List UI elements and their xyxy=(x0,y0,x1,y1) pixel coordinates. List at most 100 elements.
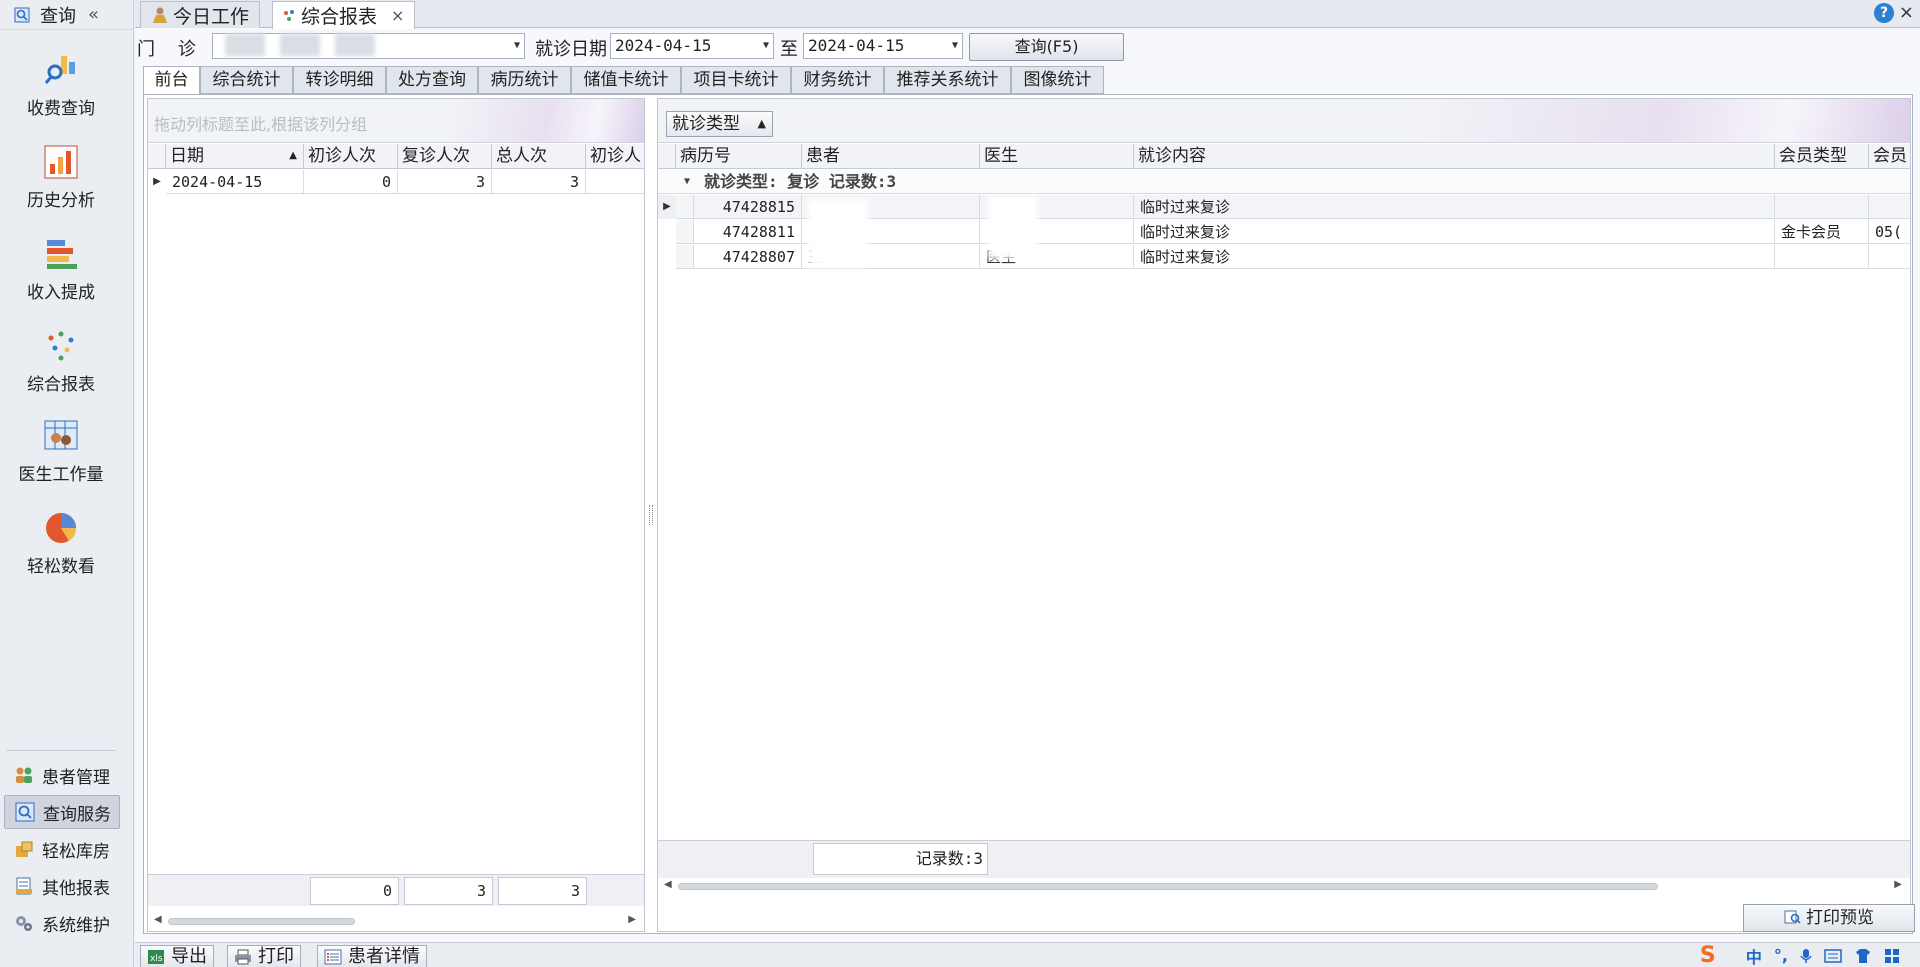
column-header-first-visits[interactable]: 初诊人次 xyxy=(304,144,398,169)
tab-image-stats[interactable]: 图像统计 xyxy=(1011,66,1104,94)
table-cell[interactable]: 47428811 xyxy=(694,220,802,244)
sidebar-item-history-analysis[interactable]: 历史分析 xyxy=(0,144,122,211)
close-tab-icon[interactable]: × xyxy=(391,6,404,25)
horizontal-scrollbar[interactable]: ◀ ▶ xyxy=(148,914,644,928)
tab-referral-relation-stats[interactable]: 推荐关系统计 xyxy=(884,66,1011,94)
tab-comprehensive-report[interactable]: 综合报表 × xyxy=(272,1,416,29)
sidebar-item-fee-query[interactable]: 收费查询 xyxy=(0,52,122,119)
tab-finance-stats[interactable]: 财务统计 xyxy=(791,66,884,94)
tab-medical-record-stats[interactable]: 病历统计 xyxy=(478,66,571,94)
group-by-hint: 拖动列标题至此,根据该列分组 xyxy=(154,115,368,134)
table-cell[interactable]: 金卡会员 xyxy=(1775,220,1869,244)
sort-ascending-icon: ▲ xyxy=(289,150,297,161)
keyboard-icon[interactable] xyxy=(1824,948,1842,963)
query-button[interactable]: 查询(F5) xyxy=(969,33,1124,61)
microphone-icon[interactable] xyxy=(1800,948,1812,964)
column-header-member-type[interactable]: 会员类型 xyxy=(1775,144,1869,169)
print-preview-button[interactable]: 打印预览 xyxy=(1743,904,1915,932)
table-cell[interactable]: 临时过来复诊 xyxy=(1134,220,1775,244)
sogou-logo-icon[interactable]: S xyxy=(1700,943,1734,967)
table-cell[interactable]: 05( xyxy=(1869,220,1910,244)
table-cell[interactable] xyxy=(1775,245,1869,269)
patient-detail-button[interactable]: 患者详情 xyxy=(317,945,427,967)
sidebar-item-patient-management[interactable]: 患者管理 xyxy=(4,758,120,792)
group-by-panel[interactable]: 就诊类型 ▲ xyxy=(658,99,1910,143)
table-cell[interactable]: 临时过来复诊 xyxy=(1134,195,1775,219)
chevron-down-icon: ▼ xyxy=(762,40,769,51)
ime-punctuation-toggle[interactable]: °, xyxy=(1774,946,1788,965)
visit-date-label: 就诊日期 xyxy=(535,39,607,60)
sidebar-item-label: 综合报表 xyxy=(27,375,95,395)
ime-language-toggle[interactable]: 中 xyxy=(1746,944,1762,967)
date-from-value: 2024-04-15 xyxy=(615,36,712,55)
sidebar-item-system-maintenance[interactable]: 系统维护 xyxy=(4,906,120,940)
row-indicator-header xyxy=(148,144,166,169)
tab-project-card-stats[interactable]: 项目卡统计 xyxy=(681,66,791,94)
column-header-patient[interactable]: 患者 xyxy=(802,144,980,169)
table-cell[interactable]: 47428807 xyxy=(694,245,802,269)
sidebar-item-query-service[interactable]: 查询服务 xyxy=(4,795,120,829)
sidebar-item-other-reports[interactable]: 其他报表 xyxy=(4,869,120,903)
sidebar: 查询 « 收费查询 历史分析 收入提成 综合报表 医生工作量 轻松数看 患者管理… xyxy=(0,0,134,967)
detail-grid: 就诊类型 ▲ 病历号 患者 医生 就诊内容 会员类型 会员 ▼ 就诊类型: 复诊… xyxy=(657,98,1911,932)
table-cell[interactable]: 3 xyxy=(492,170,586,194)
sidebar-item-income-commission[interactable]: 收入提成 xyxy=(0,236,122,303)
tab-prescription-query[interactable]: 处方查询 xyxy=(386,66,478,94)
doctor-table-icon xyxy=(44,420,78,450)
group-row[interactable]: ▼ 就诊类型: 复诊 记录数:3 xyxy=(658,170,1910,194)
collapse-group-icon[interactable]: ▼ xyxy=(684,170,690,194)
table-cell[interactable]: 3 xyxy=(398,170,492,194)
skin-shirt-icon[interactable] xyxy=(1854,948,1872,964)
horizontal-scrollbar[interactable]: ◀ ▶ xyxy=(658,879,1910,893)
help-icon[interactable]: ? xyxy=(1874,3,1894,23)
print-button[interactable]: 打印 xyxy=(227,945,301,967)
sidebar-item-comprehensive-report[interactable]: 综合报表 xyxy=(0,328,122,395)
column-header-visit-content[interactable]: 就诊内容 xyxy=(1134,144,1775,169)
group-by-panel[interactable]: 拖动列标题至此,根据该列分组 xyxy=(148,99,644,143)
excel-export-icon: xls xyxy=(148,950,164,964)
sidebar-item-label: 收费查询 xyxy=(27,99,95,119)
table-cell[interactable]: 临时过来复诊 xyxy=(1134,245,1775,269)
column-header-doctor[interactable]: 医生 xyxy=(980,144,1134,169)
scroll-left-icon[interactable]: ◀ xyxy=(664,879,672,890)
collapse-sidebar-button[interactable]: « xyxy=(88,4,99,25)
column-header-member[interactable]: 会员 xyxy=(1869,144,1910,169)
tab-comprehensive-stats[interactable]: 综合统计 xyxy=(200,66,293,94)
scroll-right-icon[interactable]: ▶ xyxy=(628,914,636,925)
tab-stored-value-card-stats[interactable]: 储值卡统计 xyxy=(571,66,681,94)
table-cell[interactable] xyxy=(1775,195,1869,219)
scrollbar-thumb[interactable] xyxy=(678,883,1658,890)
column-header-record-no[interactable]: 病历号 xyxy=(676,144,802,169)
column-header-date[interactable]: 日期 ▲ xyxy=(166,144,304,169)
date-to-field[interactable]: 2024-04-15 ▼ xyxy=(803,33,963,59)
scrollbar-thumb[interactable] xyxy=(168,918,355,925)
close-window-icon[interactable]: × xyxy=(1899,2,1914,23)
table-cell[interactable] xyxy=(586,170,644,194)
toolbox-grid-icon[interactable] xyxy=(1884,948,1900,964)
scroll-left-icon[interactable]: ◀ xyxy=(154,914,162,925)
table-cell[interactable] xyxy=(1869,195,1910,219)
sidebar-item-easy-warehouse[interactable]: 轻松库房 xyxy=(4,832,120,866)
sidebar-item-doctor-workload[interactable]: 医生工作量 xyxy=(0,418,122,485)
scroll-right-icon[interactable]: ▶ xyxy=(1894,879,1902,890)
column-header-total-visits[interactable]: 总人次 xyxy=(492,144,586,169)
table-cell[interactable]: 0 xyxy=(304,170,398,194)
footer-return-visits-total: 3 xyxy=(404,877,493,905)
table-cell[interactable] xyxy=(1869,245,1910,269)
patient-list-icon xyxy=(324,949,342,965)
clinic-label: 门 诊 xyxy=(137,39,196,60)
sidebar-item-easy-view[interactable]: 轻松数看 xyxy=(0,510,122,577)
table-cell[interactable]: 2024-04-15 xyxy=(166,170,304,194)
tab-today-work[interactable]: 今日工作 xyxy=(140,1,261,28)
footer-total-visits-total: 3 xyxy=(498,877,587,905)
date-from-field[interactable]: 2024-04-15 ▼ xyxy=(610,33,774,59)
column-header-return-visits[interactable]: 复诊人次 xyxy=(398,144,492,169)
column-header-first-visitors[interactable]: 初诊人 xyxy=(586,144,644,169)
group-by-visit-type-chip[interactable]: 就诊类型 ▲ xyxy=(666,111,773,137)
panel-splitter[interactable] xyxy=(649,505,653,525)
export-button[interactable]: xls 导出 xyxy=(140,945,214,967)
tab-front-desk[interactable]: 前台 xyxy=(143,66,200,95)
redacted-text xyxy=(335,34,375,56)
tab-referral-detail[interactable]: 转诊明细 xyxy=(293,66,386,94)
table-cell[interactable]: 47428815 xyxy=(694,195,802,219)
